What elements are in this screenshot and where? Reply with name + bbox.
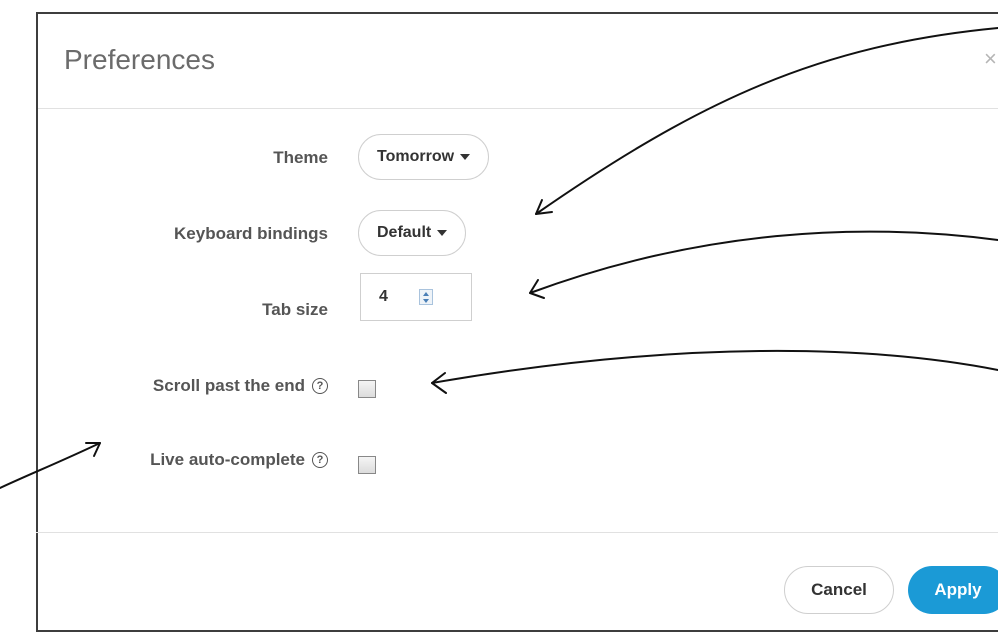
cancel-button[interactable]: Cancel (784, 566, 894, 614)
dialog-footer: Cancel Apply (36, 532, 998, 632)
keyboard-bindings-label-text: Keyboard bindings (174, 224, 328, 243)
scroll-past-end-label: Scroll past the end ? (153, 376, 328, 396)
theme-label-text: Theme (273, 148, 328, 167)
theme-label: Theme (273, 148, 328, 168)
live-autocomplete-checkbox[interactable] (358, 456, 376, 474)
caret-down-icon (437, 230, 448, 236)
dialog-title: Preferences (64, 44, 215, 75)
tab-size-value: 4 (379, 288, 388, 305)
close-icon[interactable]: × (984, 48, 997, 70)
help-icon[interactable]: ? (312, 452, 328, 468)
keyboard-bindings-label: Keyboard bindings (174, 224, 328, 244)
tab-size-stepper[interactable]: 4 (360, 273, 472, 321)
help-icon[interactable]: ? (312, 378, 328, 394)
keyboard-bindings-dropdown[interactable]: Default (358, 210, 467, 256)
live-autocomplete-label-text: Live auto-complete (150, 450, 305, 469)
tab-size-label: Tab size (262, 300, 328, 320)
tab-size-label-text: Tab size (262, 300, 328, 319)
dialog-header: Preferences × (38, 14, 998, 109)
keyboard-bindings-value: Default (377, 224, 432, 241)
caret-down-icon (460, 154, 471, 160)
scroll-past-end-label-text: Scroll past the end (152, 376, 305, 395)
spinner-icon[interactable] (419, 289, 433, 305)
live-autocomplete-label: Live auto-complete ? (150, 450, 328, 470)
scroll-past-end-checkbox[interactable] (358, 380, 376, 398)
theme-dropdown[interactable]: Tomorrow (358, 134, 490, 180)
theme-value: Tomorrow (377, 148, 455, 165)
apply-button[interactable]: Apply (908, 566, 998, 614)
